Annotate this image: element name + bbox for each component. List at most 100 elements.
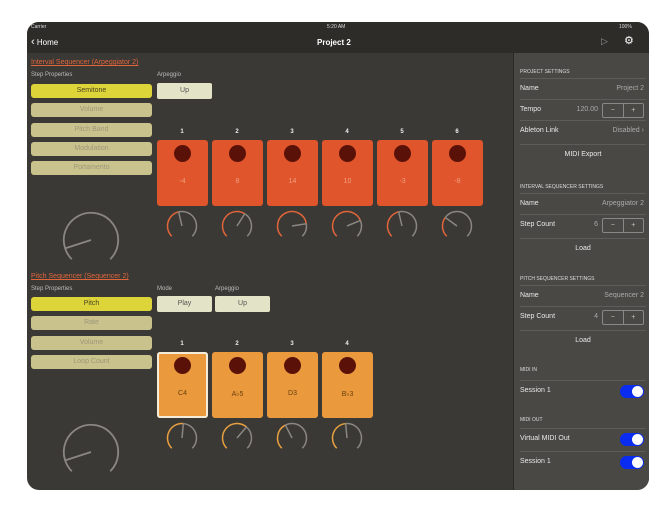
step-value: B♭3: [341, 391, 354, 398]
step-card[interactable]: 8: [212, 140, 263, 206]
knob-value-arc: [331, 422, 346, 449]
value: Disabled: [612, 127, 640, 134]
knob-pointer: [236, 426, 247, 439]
step-number: 3: [290, 341, 294, 347]
value: Sequencer 2: [604, 292, 644, 299]
section-header: PITCH SEQUENCER SETTINGS: [520, 276, 595, 282]
step-knob[interactable]: [221, 210, 253, 242]
step-toggle-dot[interactable]: [284, 145, 301, 162]
pitch-load-button[interactable]: Load: [520, 330, 646, 351]
step-card[interactable]: A♭5: [212, 352, 263, 418]
step-knob[interactable]: [221, 422, 253, 454]
step-value: -3: [399, 178, 406, 185]
knob-track-arc: [345, 422, 363, 449]
toggle[interactable]: [620, 456, 644, 469]
increment-button[interactable]: +: [622, 219, 644, 232]
step-number: 3: [290, 129, 294, 135]
chevron-left-icon: ‹: [31, 36, 35, 48]
decrement-button[interactable]: −: [603, 311, 623, 324]
step-card[interactable]: D3: [267, 352, 318, 418]
step-property-modulation[interactable]: Modulation: [31, 141, 152, 156]
back-button[interactable]: ‹ Home: [31, 36, 58, 48]
arpeggio-button[interactable]: Up: [157, 83, 212, 99]
toggle[interactable]: [620, 433, 644, 446]
step-property-semitone[interactable]: Semitone: [31, 84, 152, 98]
project-name-row[interactable]: Name Project 2: [520, 78, 646, 99]
step-properties-label: Step Properties: [31, 286, 73, 292]
ableton-link-row[interactable]: Ableton Link Disabled ›: [520, 120, 646, 141]
value: Arpeggiator 2: [601, 200, 644, 207]
decrement-button[interactable]: −: [603, 104, 623, 117]
step-property-volume[interactable]: Volume: [31, 103, 152, 118]
knob-pointer: [177, 211, 183, 227]
step-card[interactable]: 14: [267, 140, 318, 206]
label: Name: [520, 85, 539, 92]
step-toggle-dot[interactable]: [229, 357, 246, 374]
knob-track-arc: [245, 426, 253, 449]
step-property-loop-count[interactable]: Loop Count: [31, 354, 152, 369]
step-value: -4: [179, 178, 186, 185]
section-header: MIDI OUT: [520, 417, 543, 423]
interval-sequencer-title[interactable]: Interval Sequencer (Arpeggiator 2): [31, 59, 138, 66]
step-card[interactable]: -4: [157, 140, 208, 206]
gear-icon[interactable]: ⚙: [624, 34, 634, 47]
step-knob[interactable]: [166, 210, 198, 242]
step-count-stepper[interactable]: − +: [602, 310, 644, 325]
step-knob[interactable]: [331, 210, 363, 242]
step-knob[interactable]: [441, 210, 473, 242]
step-toggle-dot[interactable]: [229, 145, 246, 162]
step-count-stepper[interactable]: − +: [602, 218, 644, 233]
mode-button[interactable]: Play: [157, 296, 212, 312]
step-toggle-dot[interactable]: [449, 145, 466, 162]
step-toggle-dot[interactable]: [174, 145, 191, 162]
step-toggle-dot[interactable]: [339, 145, 356, 162]
step-number: 5: [400, 129, 404, 135]
step-card[interactable]: 10: [322, 140, 373, 206]
interval-name-row[interactable]: Name Arpeggiator 2: [520, 193, 646, 214]
step-card[interactable]: B♭3: [322, 352, 373, 418]
master-knob[interactable]: [62, 211, 120, 269]
step-toggle-dot[interactable]: [174, 357, 191, 374]
step-toggle-dot[interactable]: [284, 357, 301, 374]
toggle[interactable]: [620, 385, 644, 398]
knob-pointer: [397, 211, 403, 227]
section-header: MIDI IN: [520, 367, 537, 373]
chevron-right-icon: ›: [641, 127, 644, 134]
midi-export-button[interactable]: MIDI Export: [520, 144, 646, 165]
knob-value-arc: [221, 422, 247, 449]
step-knob[interactable]: [166, 422, 198, 454]
knob-track-arc: [301, 223, 308, 237]
increment-button[interactable]: +: [622, 311, 644, 324]
step-card[interactable]: -8: [432, 140, 483, 206]
step-toggle-dot[interactable]: [339, 357, 356, 374]
step-card[interactable]: -3: [377, 140, 428, 206]
step-number: 1: [180, 341, 184, 347]
knob-value-arc: [331, 210, 362, 237]
step-knob[interactable]: [331, 422, 363, 454]
section-header: INTERVAL SEQUENCER SETTINGS: [520, 184, 604, 190]
step-property-portamento[interactable]: Portamento: [31, 161, 152, 176]
step-knob[interactable]: [276, 422, 308, 454]
pitch-step-count-row: Step Count 4− +: [520, 306, 646, 327]
step-property-pitch-band[interactable]: Pitch Band: [31, 122, 152, 137]
step-card[interactable]: C4: [157, 352, 208, 418]
master-knob[interactable]: [62, 423, 120, 481]
knob-track-arc: [62, 211, 120, 260]
pitch-name-row[interactable]: Name Sequencer 2: [520, 285, 646, 306]
step-property-rate[interactable]: Rate: [31, 316, 152, 331]
arpeggio-button[interactable]: Up: [215, 296, 270, 312]
value: 6: [594, 221, 598, 228]
tempo-stepper[interactable]: − +: [602, 103, 644, 118]
increment-button[interactable]: +: [622, 104, 644, 117]
play-icon[interactable]: ▷: [601, 36, 608, 47]
step-property-volume[interactable]: Volume: [31, 335, 152, 350]
tempo-row: Tempo 120.00− +: [520, 99, 646, 120]
step-toggle-dot[interactable]: [394, 145, 411, 162]
step-property-pitch[interactable]: Pitch: [31, 297, 152, 311]
interval-load-button[interactable]: Load: [520, 238, 646, 259]
step-knob[interactable]: [386, 210, 418, 242]
pitch-sequencer-title[interactable]: Pitch Sequencer (Sequencer 2): [31, 273, 129, 280]
decrement-button[interactable]: −: [603, 219, 623, 232]
step-knob[interactable]: [276, 210, 308, 242]
label: Session 1: [520, 387, 551, 394]
